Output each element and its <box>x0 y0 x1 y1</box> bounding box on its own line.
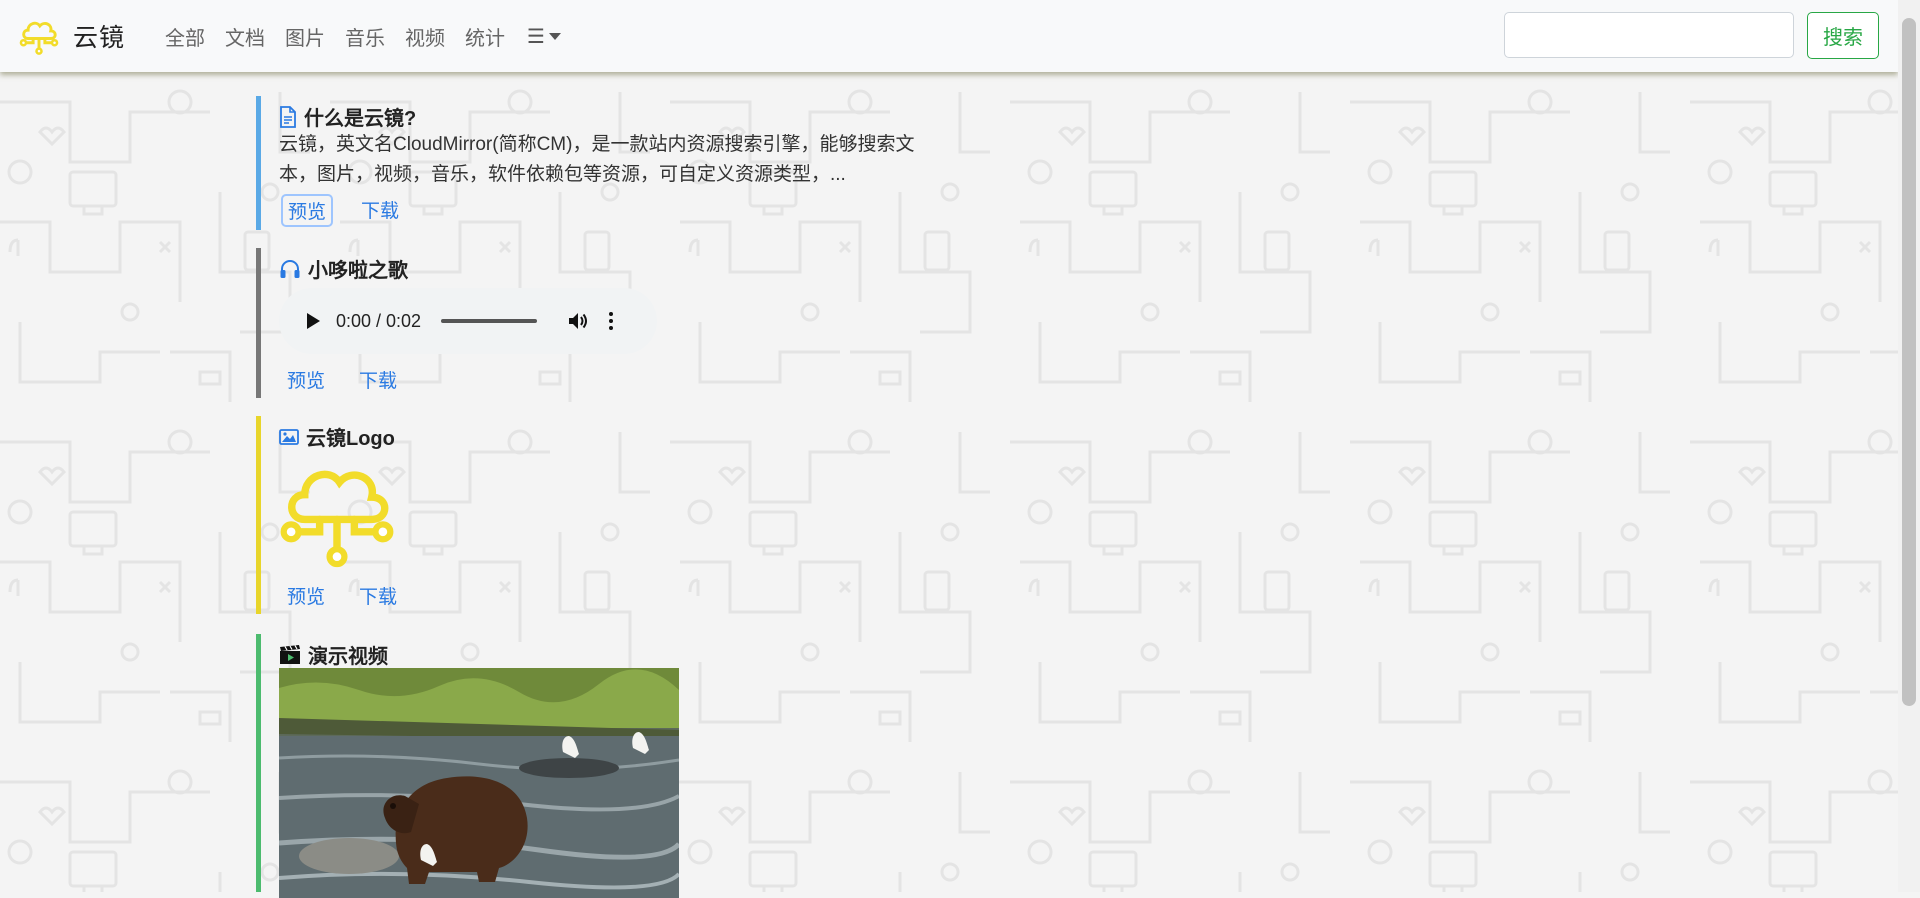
nav-link-images[interactable]: 图片 <box>285 22 325 51</box>
film-icon <box>280 644 300 664</box>
card-actions: 预览 下载 <box>281 194 433 227</box>
nav-link-statistics[interactable]: 统计 <box>465 22 505 51</box>
preview-link[interactable]: 预览 <box>281 194 334 227</box>
document-title: 什么是云镜? <box>304 108 417 130</box>
result-card-image: 云镜Logo 预览 下载 <box>256 416 1016 614</box>
play-icon[interactable] <box>307 313 320 329</box>
card-title[interactable]: 云镜Logo <box>279 422 395 451</box>
scrollbar-thumb[interactable] <box>1902 18 1916 706</box>
video-player[interactable] <box>279 668 679 898</box>
preview-link[interactable]: 预览 <box>281 364 331 395</box>
image-icon <box>279 428 299 445</box>
download-link[interactable]: 下载 <box>353 580 403 611</box>
video-thumbnail[interactable] <box>279 668 679 898</box>
nav-link-music[interactable]: 音乐 <box>345 22 385 51</box>
menu-icon: ☰ <box>527 25 545 48</box>
brand-name: 云镜 <box>73 24 126 52</box>
document-icon <box>280 105 296 128</box>
download-link[interactable]: 下载 <box>355 194 405 227</box>
audio-time: 0:00 / 0:02 <box>336 310 422 331</box>
card-title[interactable]: 演示视频 <box>279 640 388 669</box>
audio-title: 小哆啦之歌 <box>308 260 408 282</box>
result-card-video: 演示视频 <box>256 634 1016 898</box>
card-actions: 预览 下载 <box>287 364 431 395</box>
preview-link[interactable]: 预览 <box>281 580 331 611</box>
search-input[interactable] <box>1504 12 1794 58</box>
search-button[interactable]: 搜索 <box>1807 12 1879 59</box>
headphones-icon <box>280 259 300 278</box>
download-link[interactable]: 下载 <box>353 364 403 395</box>
cloud-logo-icon <box>19 21 59 55</box>
result-card-document: 什么是云镜? 云镜，英文名CloudMirror(简称CM)，是一款站内资源搜索… <box>256 96 1016 230</box>
chevron-down-icon <box>548 32 561 40</box>
brand[interactable]: 云镜 <box>18 15 125 57</box>
card-title[interactable]: 什么是云镜? <box>279 102 416 131</box>
card-actions: 预览 下载 <box>287 580 431 611</box>
nav-link-documents[interactable]: 文档 <box>225 22 265 51</box>
card-title[interactable]: 小哆啦之歌 <box>279 254 408 283</box>
cloud-logo-image[interactable] <box>275 450 399 574</box>
document-description: 云镜，英文名CloudMirror(简称CM)，是一款站内资源搜索引擎，能够搜索… <box>279 134 915 185</box>
audio-player[interactable]: 0:00 / 0:02 <box>279 288 657 354</box>
result-card-audio: 小哆啦之歌 0:00 / 0:02 预览 下载 <box>256 248 1016 398</box>
audio-seek-bar[interactable] <box>441 319 538 323</box>
scrollbar[interactable] <box>1898 0 1920 892</box>
video-title: 演示视频 <box>308 646 388 668</box>
volume-icon[interactable] <box>567 311 589 331</box>
more-options-icon[interactable] <box>609 311 614 332</box>
image-title: 云镜Logo <box>306 428 395 450</box>
nav-link-videos[interactable]: 视频 <box>405 22 445 51</box>
nav-links: 全部 文档 图片 音乐 视频 统计 ☰ <box>155 22 561 51</box>
nav-more-dropdown[interactable]: ☰ <box>527 24 561 49</box>
nav-link-all[interactable]: 全部 <box>165 22 205 51</box>
